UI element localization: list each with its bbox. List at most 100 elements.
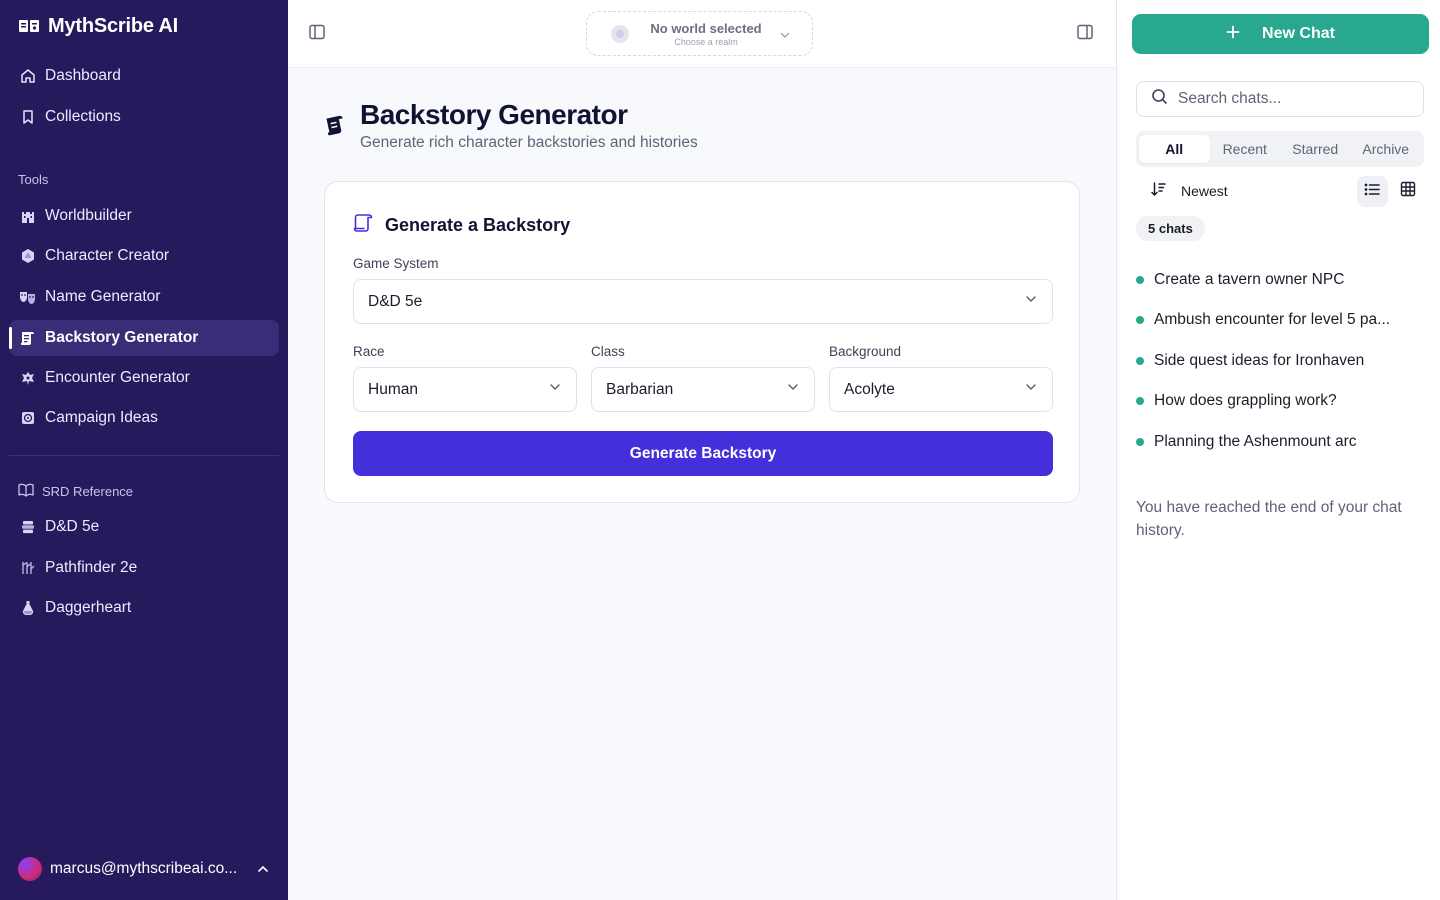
- status-dot: [1136, 397, 1144, 405]
- search-input[interactable]: [1178, 90, 1398, 108]
- game-system-label: Game System: [353, 256, 439, 271]
- chevron-down-icon: [786, 380, 800, 399]
- top-bar: No world selected Choose a realm: [288, 0, 1116, 68]
- sort-descending-icon: [1150, 181, 1167, 201]
- backstory-form-card: Generate a Backstory Game System D&D 5e …: [324, 181, 1080, 503]
- nav-srd-pathfinder[interactable]: Pathfinder 2e: [9, 550, 279, 586]
- race-label: Race: [353, 344, 385, 359]
- page-subtitle: Generate rich character backstories and …: [360, 134, 698, 151]
- status-dot: [1136, 276, 1144, 284]
- background-value: Acolyte: [844, 380, 895, 398]
- brand-name: MythScribe AI: [48, 14, 179, 37]
- nav-backstory-generator[interactable]: Backstory Generator: [9, 320, 279, 356]
- castle-icon: [19, 208, 36, 225]
- nav-name-generator-label: Name Generator: [45, 288, 161, 305]
- list-view-button[interactable]: [1357, 176, 1388, 207]
- new-chat-button[interactable]: New Chat: [1132, 14, 1429, 54]
- chat-list-item[interactable]: Planning the Ashenmount arc: [1136, 429, 1406, 455]
- nav-character-creator-label: Character Creator: [45, 247, 170, 264]
- world-selector-title: No world selected: [650, 20, 762, 36]
- avatar: [18, 857, 42, 881]
- user-menu[interactable]: marcus@mythscribeai.co...: [18, 856, 270, 882]
- card-title: Generate a Backstory: [385, 215, 571, 235]
- grid-icon: [1400, 181, 1416, 202]
- game-system-value: D&D 5e: [368, 292, 423, 310]
- scroll-outline-icon: [353, 213, 374, 238]
- chat-list-item[interactable]: How does grappling work?: [1136, 388, 1406, 414]
- runes-icon: [19, 560, 36, 577]
- nav-worldbuilder-label: Worldbuilder: [45, 207, 132, 224]
- plus-icon: [1226, 25, 1240, 44]
- main-content: No world selected Choose a realm Backsto…: [288, 0, 1116, 900]
- world-selector-subtitle: Choose a realm: [674, 36, 738, 47]
- sidebar-divider: [9, 455, 279, 456]
- chevron-down-icon: [1024, 380, 1038, 399]
- background-select[interactable]: Acolyte: [829, 367, 1053, 412]
- class-value: Barbarian: [606, 380, 674, 398]
- chat-title: Create a tavern owner NPC: [1154, 271, 1345, 288]
- nav-name-generator[interactable]: Name Generator: [9, 279, 279, 315]
- tab-all[interactable]: All: [1139, 135, 1210, 163]
- potion-icon: [19, 600, 36, 617]
- chat-title: Ambush encounter for level 5 pa...: [1154, 311, 1391, 328]
- nav-srd-daggerheart[interactable]: Daggerheart: [9, 590, 279, 626]
- masks-icon: [19, 289, 36, 306]
- card-header: Generate a Backstory: [353, 213, 570, 238]
- chevron-up-icon: [256, 862, 270, 876]
- nav-srd-daggerheart-label: Daggerheart: [45, 599, 132, 616]
- generate-backstory-button[interactable]: Generate Backstory: [353, 431, 1053, 476]
- chat-list-item[interactable]: Create a tavern owner NPC: [1136, 267, 1406, 293]
- srd-section-label: SRD Reference: [18, 483, 133, 500]
- dragon-icon: [19, 370, 36, 387]
- map-icon: [19, 410, 36, 427]
- nav-campaign-ideas[interactable]: Campaign Ideas: [9, 400, 279, 436]
- chevron-down-icon: [1024, 292, 1038, 311]
- list-icon: [1364, 182, 1381, 202]
- status-dot: [1136, 357, 1144, 365]
- background-label: Background: [829, 344, 902, 359]
- race-select[interactable]: Human: [353, 367, 577, 412]
- sort-dropdown[interactable]: Newest: [1150, 180, 1228, 202]
- nav-collections-label: Collections: [45, 108, 121, 125]
- chat-title: How does grappling work?: [1154, 392, 1337, 409]
- user-email: marcus@mythscribeai.co...: [50, 860, 238, 877]
- tab-starred[interactable]: Starred: [1280, 135, 1351, 163]
- nav-encounter-generator[interactable]: Encounter Generator: [9, 360, 279, 396]
- nav-srd-dnd5e[interactable]: D&D 5e: [9, 509, 279, 545]
- book-stack-icon: [19, 519, 36, 536]
- tools-section-label: Tools: [18, 172, 49, 187]
- toggle-left-sidebar-button[interactable]: [306, 23, 328, 45]
- status-dot: [1136, 438, 1144, 446]
- search-icon: [1151, 88, 1168, 110]
- nav-dashboard[interactable]: Dashboard: [9, 58, 279, 94]
- nav-srd-pathfinder-label: Pathfinder 2e: [45, 559, 138, 576]
- chat-list-item[interactable]: Side quest ideas for Ironhaven: [1136, 348, 1406, 374]
- nav-encounter-generator-label: Encounter Generator: [45, 369, 190, 386]
- tab-recent[interactable]: Recent: [1210, 135, 1281, 163]
- nav-collections[interactable]: Collections: [9, 99, 279, 135]
- class-label: Class: [591, 344, 625, 359]
- nav-character-creator[interactable]: Character Creator: [9, 238, 279, 274]
- class-select[interactable]: Barbarian: [591, 367, 815, 412]
- bookmark-icon: [19, 109, 36, 126]
- game-system-select[interactable]: D&D 5e: [353, 279, 1053, 324]
- toggle-right-panel-button[interactable]: [1074, 23, 1096, 45]
- tab-archive[interactable]: Archive: [1351, 135, 1422, 163]
- chevron-down-icon: [548, 380, 562, 399]
- chat-list-item[interactable]: Ambush encounter for level 5 pa...: [1136, 307, 1406, 333]
- world-selector[interactable]: No world selected Choose a realm: [586, 11, 813, 56]
- nav-campaign-ideas-label: Campaign Ideas: [45, 409, 158, 426]
- globe-icon: [611, 24, 629, 43]
- race-value: Human: [368, 380, 418, 398]
- chat-title: Planning the Ashenmount arc: [1154, 433, 1357, 450]
- nav-worldbuilder[interactable]: Worldbuilder: [9, 198, 279, 234]
- chat-search: [1136, 81, 1424, 117]
- home-icon: [19, 68, 36, 85]
- brand[interactable]: MythScribe AI: [18, 14, 178, 38]
- sort-label: Newest: [1181, 183, 1228, 199]
- chat-count-badge: 5 chats: [1136, 216, 1205, 241]
- nav-dashboard-label: Dashboard: [45, 67, 121, 84]
- sidebar: MythScribe AI Dashboard Collections Tool…: [0, 0, 288, 900]
- grid-view-button[interactable]: [1392, 176, 1423, 207]
- d20-icon: [19, 248, 36, 265]
